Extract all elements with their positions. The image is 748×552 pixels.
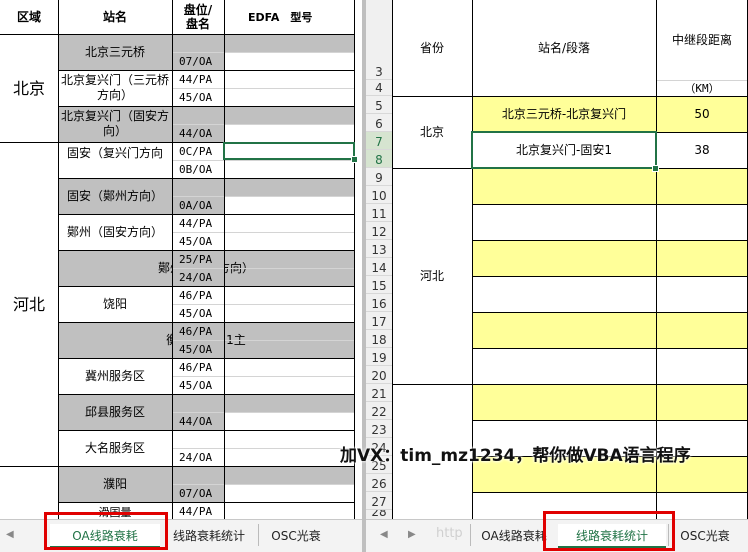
yellow-row-fill	[472, 312, 748, 348]
faded-url-watermark: http	[436, 526, 463, 541]
header-station-segment: 站名/段落	[537, 40, 591, 55]
slot-code[interactable]: 07/OA	[172, 484, 224, 502]
slot-code[interactable]: 07/OA	[172, 52, 224, 70]
slot-code[interactable]: 46/PA	[172, 286, 224, 304]
slot-code[interactable]: 25/PA	[172, 250, 224, 268]
region-beijing[interactable]: 北京	[392, 96, 472, 168]
row-header[interactable]: 4	[366, 80, 392, 96]
row-header[interactable]: 3	[366, 0, 392, 80]
tab-line-loss-stats[interactable]: 线路衰耗统计	[162, 524, 256, 546]
slot-code[interactable]: 46/PA	[172, 322, 224, 340]
slot-code[interactable]: 24/OA	[172, 448, 224, 466]
slot-code[interactable]: 0B/OA	[172, 160, 224, 178]
slot-code[interactable]: 45/OA	[172, 376, 224, 394]
region-hebei[interactable]: 河北	[0, 142, 58, 466]
station-cell[interactable]: 邱县服务区	[58, 394, 172, 430]
gray-fill	[172, 394, 354, 412]
yellow-row-fill	[472, 384, 748, 420]
row-header[interactable]: 13	[366, 240, 392, 258]
slot-code[interactable]: 0A/OA	[172, 196, 224, 214]
gray-fill	[172, 466, 354, 484]
header-distance: 中继段距离	[671, 32, 732, 47]
row-header[interactable]: 5	[366, 96, 392, 114]
watermark-text: 加VX：tim_mz1234，帮你做VBA语言程序	[340, 446, 691, 466]
row-header[interactable]: 19	[366, 348, 392, 366]
row-header[interactable]: 17	[366, 312, 392, 330]
tab-scroll-left-icon[interactable]: ◀	[6, 529, 14, 540]
station-cell[interactable]: 北京复兴门（固安方向）	[58, 106, 172, 142]
active-cell[interactable]	[471, 131, 657, 169]
row-header[interactable]: 7	[366, 132, 392, 150]
segment-name[interactable]: 北京三元桥-北京复兴门	[472, 96, 656, 132]
gray-fill	[172, 106, 354, 124]
row-header[interactable]: 6	[366, 114, 392, 132]
slot-code[interactable]: 44/PA	[172, 70, 224, 88]
header-region: 区域	[16, 9, 41, 24]
active-cell[interactable]	[223, 142, 355, 160]
slot-code[interactable]: 24/OA	[172, 268, 224, 286]
slot-code[interactable]: 44/OA	[172, 412, 224, 430]
row-header[interactable]: 14	[366, 258, 392, 276]
station-cell[interactable]: 固安（复兴门方向	[58, 142, 172, 178]
row-header[interactable]: 22	[366, 402, 392, 420]
tab-scroll-right-icon[interactable]: ▶	[408, 529, 416, 540]
slot-code[interactable]: 45/OA	[172, 304, 224, 322]
station-cell[interactable]: 饶阳	[58, 286, 172, 322]
slot-code[interactable]: 44/OA	[172, 124, 224, 142]
row-header[interactable]: 12	[366, 222, 392, 240]
row-header[interactable]: 23	[366, 420, 392, 438]
row-header[interactable]: 8	[366, 150, 392, 168]
header-edfa: EDFA 型号	[248, 10, 313, 24]
row-header[interactable]: 21	[366, 384, 392, 402]
row-header[interactable]: 27	[366, 492, 392, 510]
yellow-row-fill	[472, 168, 748, 204]
region-beijing[interactable]: 北京	[0, 34, 58, 142]
segment-distance[interactable]: 38	[656, 132, 748, 168]
highlight-box	[543, 511, 675, 551]
yellow-row-fill	[472, 240, 748, 276]
slot-code[interactable]: 0C/PA	[172, 142, 224, 160]
station-cell[interactable]: 鄚州（固安方向）	[58, 214, 172, 250]
station-cell[interactable]: 固安（鄚州方向）	[58, 178, 172, 214]
slot-code[interactable]: 45/OA	[172, 340, 224, 358]
station-cell[interactable]: 濮阳	[58, 466, 172, 502]
tab-scroll-left-icon[interactable]: ◀	[380, 529, 388, 540]
tab-osc-loss[interactable]: OSC光衰	[258, 524, 333, 546]
header-unit: （KM）	[684, 81, 720, 95]
station-cell[interactable]: 冀州服务区	[58, 358, 172, 394]
segment-distance[interactable]: 50	[656, 96, 748, 132]
region-hebei[interactable]: 河北	[392, 168, 472, 384]
slot-code[interactable]: 45/OA	[172, 232, 224, 250]
gray-fill	[172, 34, 354, 52]
row-header[interactable]: 15	[366, 276, 392, 294]
slot-code[interactable]: 46/PA	[172, 358, 224, 376]
row-header[interactable]: 18	[366, 330, 392, 348]
row-header[interactable]: 20	[366, 366, 392, 384]
row-header[interactable]: 10	[366, 186, 392, 204]
header-slot: 盘位/ 盘名	[183, 3, 213, 31]
header-province: 省份	[419, 40, 444, 55]
row-header[interactable]: 16	[366, 294, 392, 312]
row-header[interactable]: 26	[366, 474, 392, 492]
row-header[interactable]: 11	[366, 204, 392, 222]
header-station: 站名	[102, 9, 127, 24]
gray-fill	[172, 178, 354, 196]
slot-code[interactable]: 44/PA	[172, 214, 224, 232]
right-sheet-pane: 3 4 5 6 7 8 9 10 11 12 13 14 15 16 17 18…	[366, 0, 748, 552]
slot-code[interactable]: 44/PA	[172, 502, 224, 520]
highlight-box	[44, 512, 168, 550]
left-sheet-pane: 区域 站名 盘位/ 盘名 EDFA 型号 北京三元桥 北京复兴门（三元桥方向） …	[0, 0, 362, 552]
station-cell[interactable]: 北京复兴门（三元桥方向）	[58, 70, 172, 106]
fill-handle[interactable]	[351, 156, 358, 163]
row-header[interactable]: 9	[366, 168, 392, 186]
station-cell[interactable]: 大名服务区	[58, 430, 172, 466]
fill-handle[interactable]	[652, 165, 659, 172]
slot-code[interactable]: 45/OA	[172, 88, 224, 106]
tab-osc-loss[interactable]: OSC光衰	[668, 524, 741, 546]
station-cell[interactable]: 北京三元桥	[58, 34, 172, 70]
